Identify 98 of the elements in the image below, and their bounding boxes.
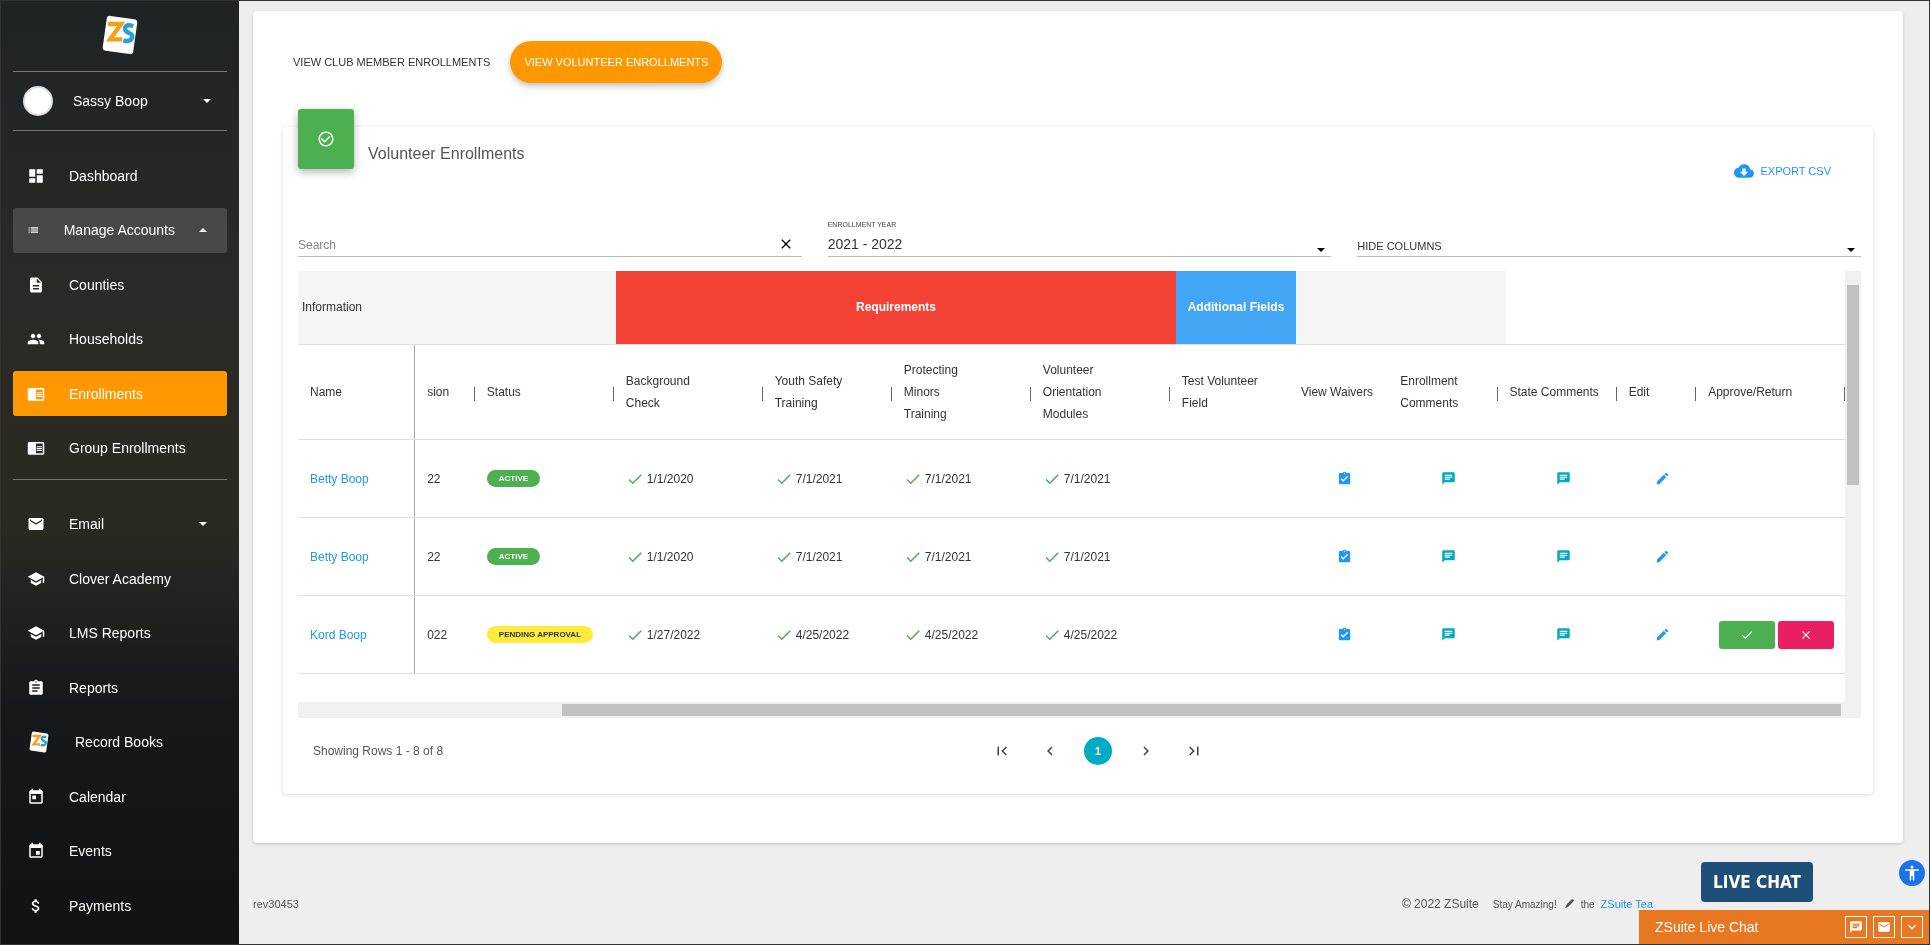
card-title: Volunteer Enrollments (368, 145, 526, 163)
book-icon (27, 439, 45, 457)
approve-button[interactable] (1719, 620, 1776, 649)
accessibility-button[interactable] (1899, 860, 1925, 886)
column-header: Test Volunteer Field (1180, 373, 1259, 412)
chat-icon (1849, 920, 1863, 934)
date-text: 4/25/2022 (1063, 627, 1118, 642)
rows-summary: Showing Rows 1 - 8 of 8 (312, 744, 445, 758)
column-header: sion (415, 345, 475, 439)
sidebar-item[interactable]: LMS Reports (13, 610, 227, 656)
column-header: Approve/Return (1696, 345, 1846, 439)
date-text: 7/1/2021 (1063, 549, 1111, 564)
comment-icon[interactable] (1555, 627, 1571, 642)
sidebar-item[interactable]: Households (13, 316, 227, 362)
clipboard-check-icon[interactable] (1337, 549, 1353, 564)
date-text: 4/25/2022 (795, 627, 850, 642)
chat-button[interactable] (1845, 916, 1867, 938)
date-text: 1/1/2020 (646, 471, 694, 486)
comment-icon[interactable] (1555, 471, 1571, 486)
column-group-header: Additional Fields (1176, 271, 1296, 344)
tagline-text: Stay Amazing! (1492, 898, 1557, 910)
search-field[interactable]: Search (298, 221, 802, 257)
date-text: 7/1/2021 (795, 471, 843, 486)
sidebar-item[interactable]: Events (13, 828, 227, 874)
mail-icon (27, 515, 45, 533)
caret-icon[interactable] (203, 99, 211, 103)
accessibility-icon (1903, 864, 1921, 882)
sidebar-item[interactable]: Payments (13, 883, 227, 928)
column-header: Name (298, 345, 416, 439)
status-badge: ACTIVE (486, 548, 541, 565)
column-header: Protecting Minors Training (891, 345, 1031, 439)
column-header: Enrollment Comments (1388, 345, 1498, 439)
cloud-download-icon (1734, 161, 1755, 181)
column-header: Background Check (613, 345, 763, 439)
comment-icon[interactable] (1555, 549, 1571, 564)
clipboard-check-icon[interactable] (1337, 471, 1353, 486)
return-button[interactable] (1778, 620, 1835, 649)
calendar-icon (27, 842, 45, 860)
sidebar-item[interactable]: Dashboard (13, 153, 227, 198)
column-header: View Waivers (1299, 384, 1374, 401)
logo-icon (27, 730, 51, 754)
tab[interactable]: VIEW CLUB MEMBER ENROLLMENTS (293, 41, 491, 83)
sidebar-item[interactable]: Email (13, 501, 227, 547)
sidebar-item[interactable]: Record Books (13, 719, 227, 765)
column-header: Volunteer Orientation Modules (1030, 345, 1170, 439)
table-cell-text: 22 (426, 470, 442, 488)
caret-icon (199, 228, 207, 232)
dashboard-icon (27, 166, 45, 185)
caret-icon (1317, 248, 1326, 252)
footer-text: the (1580, 898, 1595, 910)
edit-icon[interactable] (1654, 627, 1670, 642)
date-text: 7/1/2021 (1063, 471, 1111, 486)
minimize-button[interactable] (1901, 916, 1923, 938)
user-name[interactable]: Sassy Boop (73, 93, 183, 109)
status-badge: ACTIVE (486, 470, 541, 487)
date-text: 1/27/2022 (646, 627, 701, 642)
copyright-text: © 2022 ZSuite (1401, 897, 1479, 911)
graduation-cap-icon (27, 624, 45, 642)
column-header: Edit (1616, 345, 1697, 439)
column-header: Status (474, 345, 614, 439)
table-cell-text: 022 (426, 626, 449, 644)
mail-button[interactable] (1873, 916, 1895, 938)
vertical-scrollbar[interactable] (1845, 271, 1861, 718)
edit-icon[interactable] (1654, 471, 1670, 486)
column-header: State Comments (1497, 345, 1617, 439)
date-text: 7/1/2021 (924, 549, 972, 564)
live-chat-bubble[interactable]: LIVE CHAT (1701, 862, 1813, 902)
sidebar-item[interactable]: Counties (13, 262, 227, 307)
live-chat-title: ZSuite Live Chat (1655, 919, 1760, 935)
date-text: 1/1/2020 (646, 549, 694, 564)
date-text: 7/1/2021 (924, 471, 972, 486)
comment-icon[interactable] (1441, 471, 1457, 486)
mail-icon (1877, 920, 1891, 934)
horizontal-scrollbar[interactable] (298, 702, 1845, 718)
date-text: 7/1/2021 (795, 549, 843, 564)
column-header: Youth Safety Training (762, 345, 892, 439)
caret-icon (1847, 248, 1855, 252)
revision-text: rev30453 (253, 898, 300, 910)
column-group-header: Information (298, 271, 616, 344)
hide-columns-select[interactable]: HIDE COLUMNS (1357, 221, 1861, 257)
document-icon (27, 275, 45, 294)
edit-icon[interactable] (1654, 549, 1670, 564)
caret-icon (199, 522, 207, 526)
sidebar-item[interactable]: Clover Academy (13, 556, 227, 601)
column-group-header: Requirements (616, 271, 1176, 344)
calendar-icon (27, 787, 45, 806)
sidebar-item[interactable]: Group Enrollments (13, 425, 227, 471)
date-text: 4/25/2022 (924, 627, 979, 642)
sidebar-item[interactable]: Reports (13, 665, 227, 710)
sidebar-item[interactable]: Calendar (13, 774, 227, 819)
status-badge: PENDING APPROVAL (486, 626, 594, 643)
clipboard-icon (27, 678, 45, 697)
comment-icon[interactable] (1441, 627, 1457, 642)
table-cell-text: 22 (426, 548, 442, 566)
avatar (23, 86, 53, 116)
clipboard-check-icon[interactable] (1337, 627, 1353, 642)
sidebar-item[interactable]: Manage Accounts (13, 207, 227, 253)
comment-icon[interactable] (1441, 549, 1457, 564)
